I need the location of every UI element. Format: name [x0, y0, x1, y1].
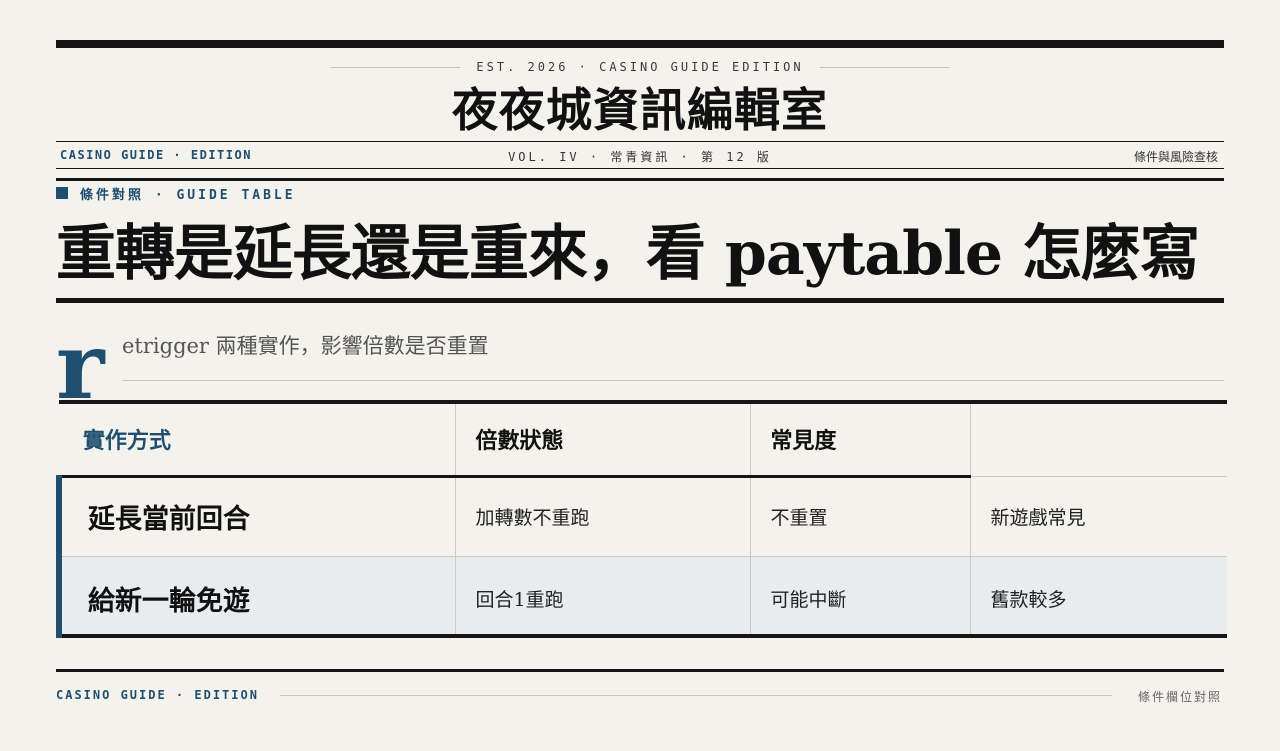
table-row: 延長當前回合 加轉數不重跑 不重置 新遊戲常見 [56, 474, 1227, 556]
cell-implementation: 延長當前回合 [56, 474, 456, 556]
header-frequency: 常見度 [750, 402, 971, 476]
header-multiplier-state: 倍數狀態 [455, 402, 751, 476]
deck-dropcap: r [56, 312, 105, 420]
table-row: 給新一輪免遊 回合1重跑 可能中斷 舊款較多 [56, 555, 1227, 638]
header-implementation: 實作方式 [59, 402, 456, 476]
article-headline: 重轉是延長還是重來，看 paytable 怎麼寫 [56, 219, 1200, 289]
cell-note: 舊款較多 [970, 555, 1227, 638]
footer-edition: CASINO GUIDE · EDITION [56, 688, 259, 702]
cell-note: 新遊戲常見 [970, 475, 1227, 556]
cell-frequency: 可能中斷 [750, 555, 971, 638]
footer: CASINO GUIDE · EDITION 條件欄位對照 [56, 686, 1224, 704]
header-empty [970, 402, 1227, 476]
article-deck: etrigger 兩種實作，影響倍數是否重置 [122, 334, 489, 358]
masthead-rule [56, 141, 1224, 142]
subhead-rule-thin [56, 168, 1224, 169]
top-rule [56, 40, 1224, 48]
cell-multiplier-state: 加轉數不重跑 [455, 474, 751, 556]
subhead-row: CASINO GUIDE · EDITION VOL. IV · 常青資訊 · … [56, 146, 1224, 164]
subhead-volume: VOL. IV · 常青資訊 · 第 12 版 [508, 150, 772, 164]
headline-rule [56, 298, 1224, 303]
footer-note: 條件欄位對照 [1137, 690, 1222, 704]
footer-line [280, 695, 1112, 696]
cell-multiplier-state: 回合1重跑 [455, 555, 751, 638]
kicker-square-icon [56, 187, 68, 199]
masthead-title: 夜夜城資訊編輯室 [452, 83, 828, 137]
subhead-rule-thick [56, 178, 1224, 181]
est-row: EST. 2026 · CASINO GUIDE EDITION [330, 60, 950, 76]
kicker-label: 條件對照 · GUIDE TABLE [80, 188, 296, 203]
table-header-row: 實作方式 倍數狀態 常見度 [59, 402, 1227, 476]
cell-frequency: 不重置 [750, 474, 971, 556]
cell-implementation: 給新一輪免遊 [56, 555, 456, 638]
footer-rule [56, 669, 1224, 672]
est-rule-right [820, 67, 950, 68]
subhead-section: 條件與風險查核 [1133, 150, 1218, 164]
deck-rule [122, 380, 1224, 381]
guide-table: 實作方式 倍數狀態 常見度 延長當前回合 加轉數不重跑 不重置 新遊戲常見 給新… [56, 400, 1227, 638]
